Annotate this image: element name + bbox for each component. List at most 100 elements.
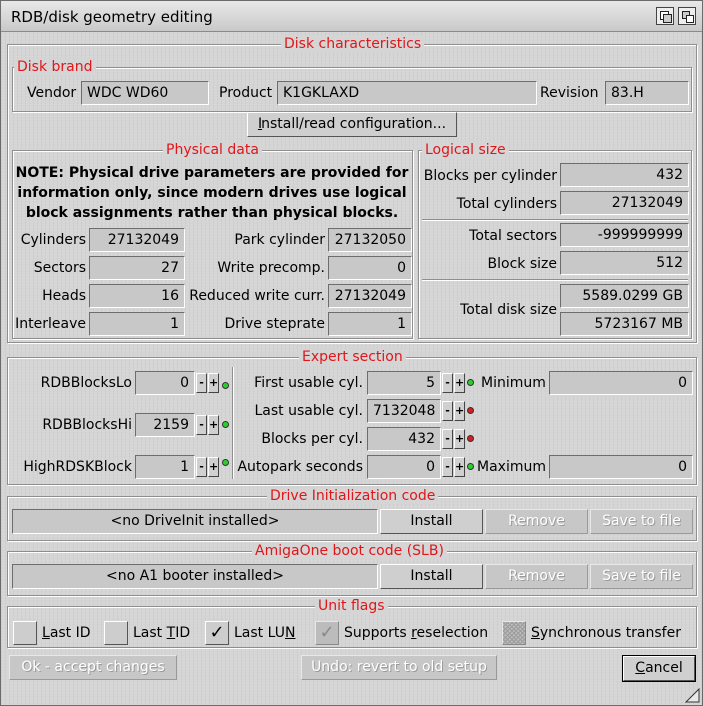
window-title: RDB/disk geometry editing [11,8,213,26]
synchronous-transfer-text: ynchronous transfer [539,625,681,641]
cancel-label: ancel [645,660,683,676]
disk-brand-label: Disk brand [14,59,96,75]
blocks-per-cyl-increment[interactable]: + [454,429,465,449]
last-usable-cyl-status-icon [467,407,474,414]
blocks-per-cylinder-field: 432 [560,163,689,187]
rdb-blocks-hi-field[interactable]: 2159 [135,413,195,437]
last-id-checkbox[interactable] [13,621,37,645]
title-bar[interactable]: RDB/disk geometry editing [1,1,702,32]
blocks-per-cyl-label: Blocks per cyl. [261,431,363,447]
physical-data-label: Physical data [163,142,262,158]
vendor-field: WDC WD60 [81,81,209,105]
reduced-write-label: Reduced write curr. [189,288,325,304]
depth-gadget-icon[interactable] [656,7,674,25]
reduced-write-field: 27132049 [328,284,412,308]
last-usable-cyl-field[interactable]: 7132048 [367,399,441,423]
rdb-blocks-lo-increment[interactable]: + [208,373,219,393]
last-lun-text-pre: Last LU [234,625,285,641]
blocks-per-cyl-decrement[interactable]: - [442,429,453,449]
logical-divider-2 [422,279,688,281]
logical-size-label: Logical size [422,142,509,158]
supports-reselection-label: Supports reselection [344,623,488,643]
heads-label: Heads [42,288,86,304]
total-sectors-label: Total sectors [469,228,557,244]
first-usable-cyl-label: First usable cyl. [254,375,363,391]
drive-steprate-label: Drive steprate [224,316,326,332]
last-usable-cyl-decrement[interactable]: - [442,401,453,421]
autopark-seconds-decrement[interactable]: - [442,457,453,477]
high-rdsk-block-increment[interactable]: + [208,457,219,477]
resize-gadget-icon[interactable] [684,687,700,703]
rdb-blocks-lo-field[interactable]: 0 [135,371,195,395]
supports-reselection-text: eselection [416,625,489,641]
expert-section-label: Expert section [299,349,406,365]
rdb-blocks-hi-decrement[interactable]: - [196,415,207,435]
product-label: Product [219,85,273,101]
disk-characteristics-label: Disk characteristics [281,36,425,52]
rdb-blocks-lo-decrement[interactable]: - [196,373,207,393]
autopark-seconds-increment[interactable]: + [454,457,465,477]
cancel-underlined: C [635,660,646,676]
sectors-label: Sectors [33,260,86,276]
amigaone-remove-button[interactable]: Remove [485,564,588,589]
last-lun-check-icon: ✓ [209,622,225,643]
autopark-seconds-status-icon [467,463,474,470]
rdb-blocks-hi-increment[interactable]: + [208,415,219,435]
install-read-config-button[interactable]: Install/read configuration... [247,112,457,137]
maximum-field: 0 [549,455,693,479]
synchronous-transfer-checkbox[interactable] [502,621,526,645]
drive-init-status: <no DriveInit installed> [12,509,378,534]
install-read-config-label: nstall/read configuration... [261,116,447,132]
last-tid-underlined: T [166,625,176,641]
amigaone-boot-status: <no A1 booter installed> [12,564,378,589]
drive-init-remove-button[interactable]: Remove [485,509,588,534]
last-lun-checkbox[interactable]: ✓ [205,621,229,645]
last-id-underlined: L [42,625,50,641]
drive-steprate-field: 1 [328,312,412,336]
physical-note: NOTE: Physical drive parameters are prov… [15,165,409,221]
product-field: K1GKLAXD [277,81,537,105]
minimum-label: Minimum [481,375,546,391]
first-usable-cyl-decrement[interactable]: - [442,373,453,393]
last-lun-underlined: N [284,625,296,641]
last-lun-label: Last LUN [234,623,295,643]
last-id-text: ast ID [49,625,91,641]
undo-revert-button[interactable]: Undo: revert to old setup [301,655,497,680]
last-usable-cyl-label: Last usable cyl. [254,403,363,419]
high-rdsk-block-field[interactable]: 1 [135,455,195,479]
ok-accept-button[interactable]: Ok - accept changes [9,655,177,680]
amigaone-install-button[interactable]: Install [380,564,483,589]
blocks-per-cylinder-label: Blocks per cylinder [423,168,557,184]
interleave-label: Interleave [15,316,86,332]
revision-field: 83.H [605,81,689,105]
first-usable-cyl-field[interactable]: 5 [367,371,441,395]
zoom-gadget-icon[interactable] [678,7,696,25]
block-size-field: 512 [560,251,689,275]
total-cylinders-label: Total cylinders [456,196,557,212]
park-cylinder-label: Park cylinder [234,232,325,248]
cancel-button[interactable]: Cancel [623,656,695,681]
block-size-label: Block size [487,256,557,272]
rdb-blocks-lo-status-icon [222,382,229,389]
total-cylinders-field: 27132049 [560,191,689,215]
disk-size-gb-field: 5589.0299 GB [560,284,689,308]
supports-reselection-check-icon: ✓ [319,622,335,643]
rdb-blocks-lo-label: RDBBlocksLo [40,375,132,391]
minimum-field: 0 [549,371,693,395]
supports-reselection-checkbox[interactable]: ✓ [315,621,339,645]
first-usable-cyl-increment[interactable]: + [454,373,465,393]
rdb-blocks-hi-status-icon [222,421,229,428]
last-tid-label: Last TID [133,623,190,643]
drive-init-label: Drive Initialization code [267,488,439,504]
amigaone-save-button[interactable]: Save to file [590,564,693,589]
last-tid-checkbox[interactable] [104,621,128,645]
drive-init-install-button[interactable]: Install [380,509,483,534]
blocks-per-cyl-field[interactable]: 432 [367,427,441,451]
last-usable-cyl-increment[interactable]: + [454,401,465,421]
drive-init-save-button[interactable]: Save to file [590,509,693,534]
synchronous-transfer-underlined: S [531,625,540,641]
autopark-seconds-field[interactable]: 0 [367,455,441,479]
amigaone-boot-label: AmigaOne boot code (SLB) [252,543,447,559]
high-rdsk-block-decrement[interactable]: - [196,457,207,477]
high-rdsk-block-status-icon [222,459,229,466]
